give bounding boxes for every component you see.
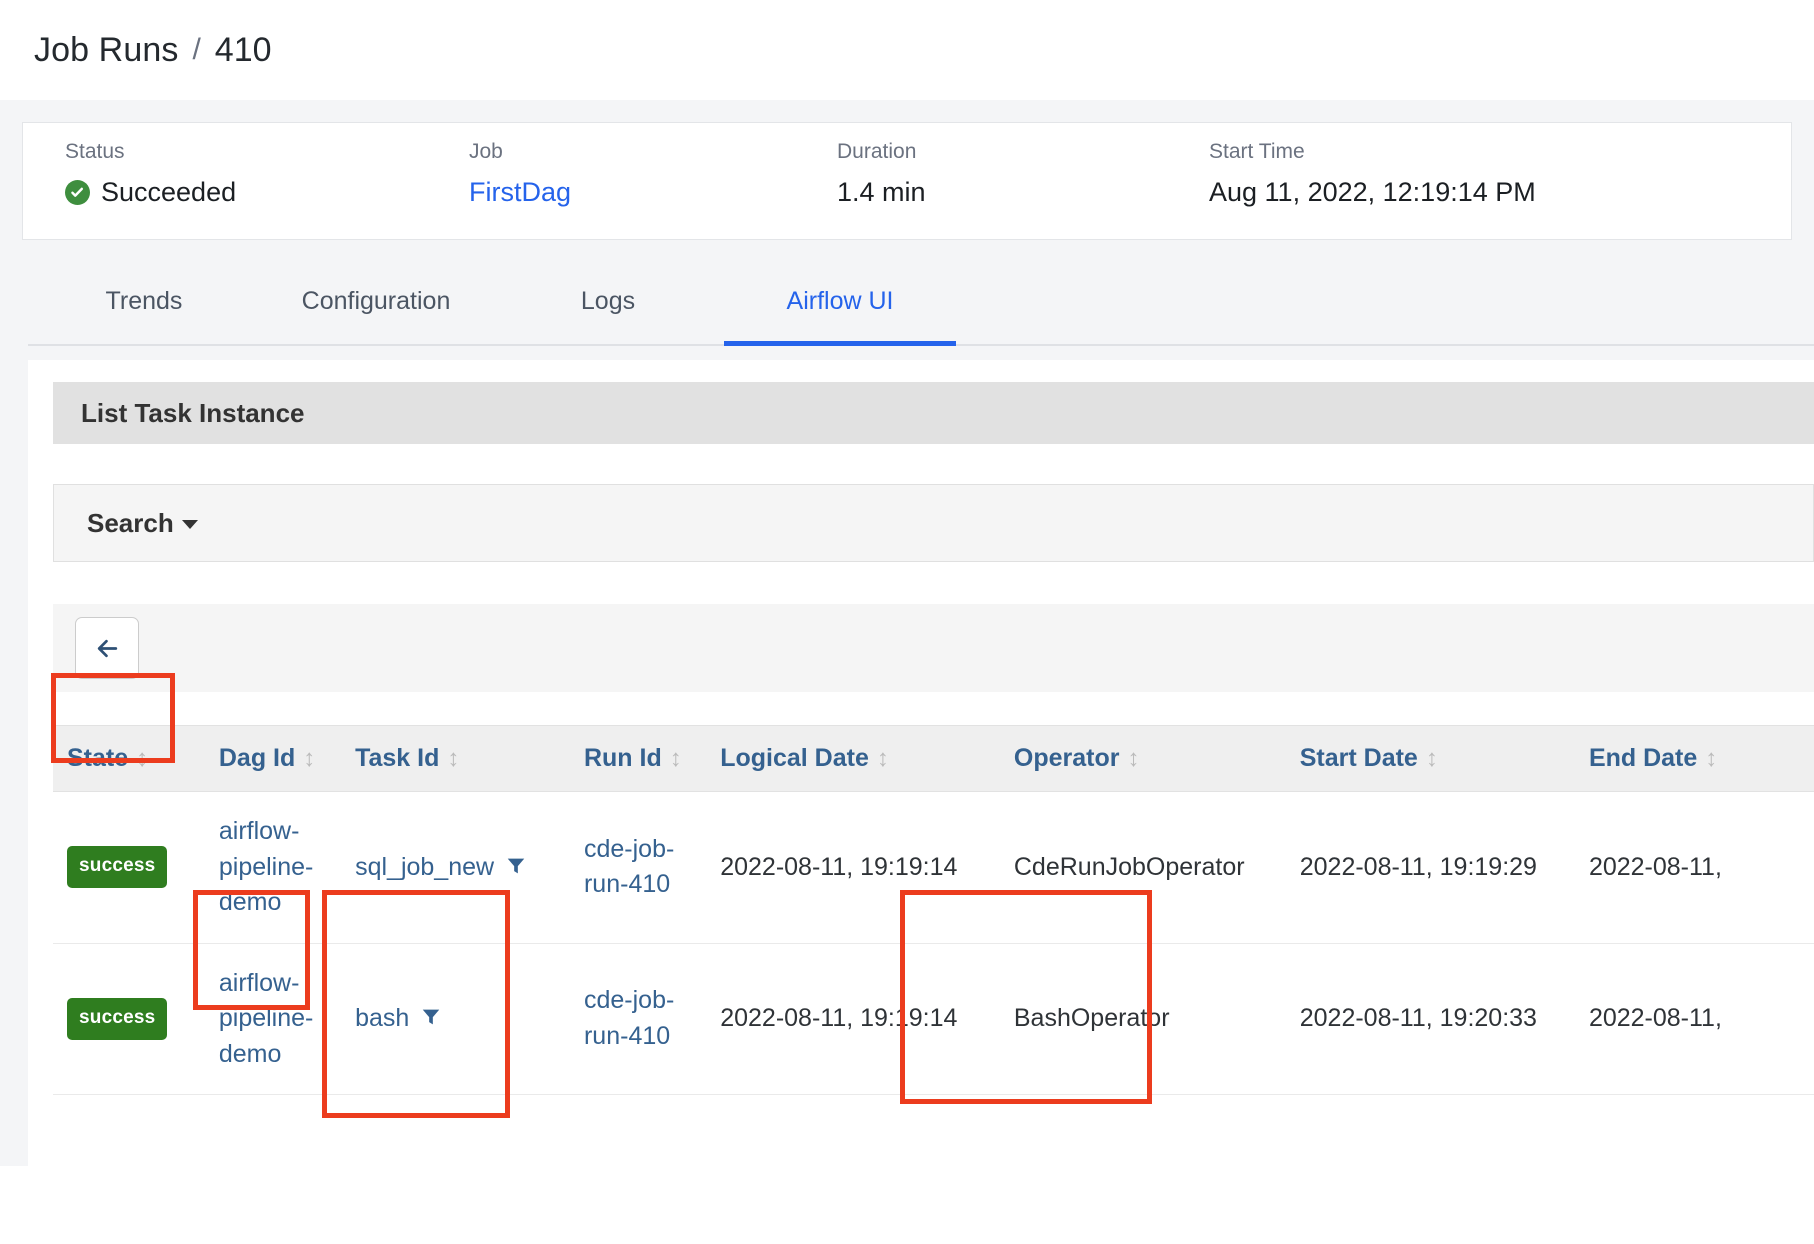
column-header-run-id[interactable]: Run Id ↕ xyxy=(569,725,707,792)
sort-icon-start-date[interactable]: ↕ xyxy=(1426,745,1438,772)
duration-label: Duration xyxy=(837,140,917,163)
status-label: Status xyxy=(65,140,125,163)
start-time-value: Aug 11, 2022, 12:19:14 PM xyxy=(1209,177,1536,207)
duration-value: 1.4 min xyxy=(837,177,926,207)
tab-configuration[interactable]: Configuration xyxy=(260,287,492,346)
column-header-start-date[interactable]: Start Date ↕ xyxy=(1285,725,1575,792)
search-bar: Search xyxy=(53,484,1814,562)
sort-icon-run-id[interactable]: ↕ xyxy=(670,745,682,772)
table-header: State ↕ Dag Id ↕ Task Id ↕ Run Id ↕ Logical … xyxy=(53,725,1814,792)
column-header-state[interactable]: State ↕ xyxy=(53,725,205,792)
breadcrumb: Job Runs / 410 xyxy=(0,0,1814,100)
table-body: success airflow-pipeline-demo sql_job_ne… xyxy=(53,791,1814,1095)
column-header-operator[interactable]: Operator ↕ xyxy=(999,725,1286,792)
summary-field-start-time: Start Time Aug 11, 2022, 12:19:14 PM xyxy=(1167,141,1791,206)
column-header-end-date[interactable]: End Date ↕ xyxy=(1574,725,1814,792)
filter-icon[interactable] xyxy=(419,1006,443,1028)
column-label-start-date: Start Date xyxy=(1299,744,1418,772)
summary-section: Status Succeeded Job FirstDag Duration 1… xyxy=(0,100,1814,240)
airflow-panel-outer: List Task Instance Search State ↕ Dag Id ↕… xyxy=(0,346,1814,1166)
column-label-logical-date: Logical Date xyxy=(720,744,869,772)
job-name-link[interactable]: FirstDag xyxy=(469,179,795,206)
tab-airflow-ui[interactable]: Airflow UI xyxy=(724,287,956,346)
sort-icon-logical-date[interactable]: ↕ xyxy=(877,745,889,772)
breadcrumb-current: 410 xyxy=(214,30,272,69)
breadcrumb-root[interactable]: Job Runs xyxy=(34,31,178,70)
status-badge: success xyxy=(67,997,168,1040)
cell-start-date: 2022-08-11, 19:19:29 xyxy=(1285,791,1575,944)
column-header-logical-date[interactable]: Logical Date ↕ xyxy=(706,725,1000,792)
task-id-link[interactable]: bash xyxy=(355,1004,409,1032)
cell-dag-id: airflow-pipeline-demo xyxy=(204,791,342,944)
dag-id-link[interactable]: airflow-pipeline-demo xyxy=(219,817,314,916)
column-label-run-id: Run Id xyxy=(583,744,662,772)
chevron-down-icon xyxy=(181,520,198,530)
column-label-dag-id: Dag Id xyxy=(218,744,296,772)
tab-bar: Trends Configuration Logs Airflow UI xyxy=(0,240,1814,346)
summary-field-duration: Duration 1.4 min xyxy=(795,141,1167,206)
task-id-link[interactable]: sql_job_new xyxy=(355,853,494,881)
run-id-link[interactable]: cde-job-run-410 xyxy=(584,835,674,899)
cell-logical-date: 2022-08-11, 19:19:14 xyxy=(706,791,1000,944)
panel-title: List Task Instance xyxy=(53,382,1814,444)
cell-run-id: cde-job-run-410 xyxy=(569,943,707,1095)
tab-trends[interactable]: Trends xyxy=(28,287,260,346)
task-instance-table: State ↕ Dag Id ↕ Task Id ↕ Run Id ↕ Logical … xyxy=(53,725,1814,1095)
search-dropdown-toggle[interactable]: Search xyxy=(87,508,198,539)
cell-logical-date: 2022-08-11, 19:19:14 xyxy=(706,943,1000,1095)
summary-field-status: Status Succeeded xyxy=(23,141,427,206)
cell-end-date: 2022-08-11, xyxy=(1574,791,1814,944)
run-id-link[interactable]: cde-job-run-410 xyxy=(584,986,674,1050)
sort-icon-state[interactable]: ↕ xyxy=(136,745,148,772)
check-circle-icon xyxy=(65,180,90,205)
cell-operator: CdeRunJobOperator xyxy=(999,791,1286,944)
arrow-left-icon xyxy=(97,639,117,657)
cell-task-id: sql_job_new xyxy=(341,791,570,944)
column-header-dag-id[interactable]: Dag Id ↕ xyxy=(204,725,342,792)
status-value-wrap: Succeeded xyxy=(65,179,427,206)
cell-state: success xyxy=(53,943,205,1095)
sort-icon-task-id[interactable]: ↕ xyxy=(447,745,459,772)
cell-state: success xyxy=(53,791,205,944)
tab-logs[interactable]: Logs xyxy=(492,287,724,346)
sort-icon-dag-id[interactable]: ↕ xyxy=(303,745,315,772)
cell-operator: BashOperator xyxy=(999,943,1286,1095)
sort-icon-end-date[interactable]: ↕ xyxy=(1705,745,1717,772)
search-label-text: Search xyxy=(87,507,174,538)
summary-field-job: Job FirstDag xyxy=(427,141,795,206)
table-row: success airflow-pipeline-demo bash cde-j… xyxy=(53,943,1814,1095)
run-summary-card: Status Succeeded Job FirstDag Duration 1… xyxy=(22,122,1792,240)
column-label-operator: Operator xyxy=(1013,744,1120,772)
status-badge: success xyxy=(67,846,168,889)
cell-run-id: cde-job-run-410 xyxy=(569,791,707,944)
cell-dag-id: airflow-pipeline-demo xyxy=(204,943,342,1095)
table-row: success airflow-pipeline-demo sql_job_ne… xyxy=(53,791,1814,944)
dag-id-link[interactable]: airflow-pipeline-demo xyxy=(219,969,314,1068)
filter-icon[interactable] xyxy=(504,855,528,877)
column-label-task-id: Task Id xyxy=(355,744,440,772)
table-header-row: State ↕ Dag Id ↕ Task Id ↕ Run Id ↕ Logical … xyxy=(53,725,1814,792)
status-value: Succeeded xyxy=(101,177,237,207)
airflow-panel: List Task Instance Search State ↕ Dag Id ↕… xyxy=(28,360,1814,1166)
start-time-label: Start Time xyxy=(1209,140,1305,163)
sort-icon-operator[interactable]: ↕ xyxy=(1127,745,1139,772)
back-button[interactable] xyxy=(75,617,139,679)
table-toolbar xyxy=(53,604,1814,692)
column-label-end-date: End Date xyxy=(1588,744,1698,772)
cell-task-id: bash xyxy=(341,943,570,1095)
job-label: Job xyxy=(469,140,503,163)
column-label-state: State xyxy=(67,744,129,772)
cell-end-date: 2022-08-11, xyxy=(1574,943,1814,1095)
breadcrumb-separator: / xyxy=(192,33,201,66)
column-header-task-id[interactable]: Task Id ↕ xyxy=(341,725,570,792)
cell-start-date: 2022-08-11, 19:20:33 xyxy=(1285,943,1575,1095)
